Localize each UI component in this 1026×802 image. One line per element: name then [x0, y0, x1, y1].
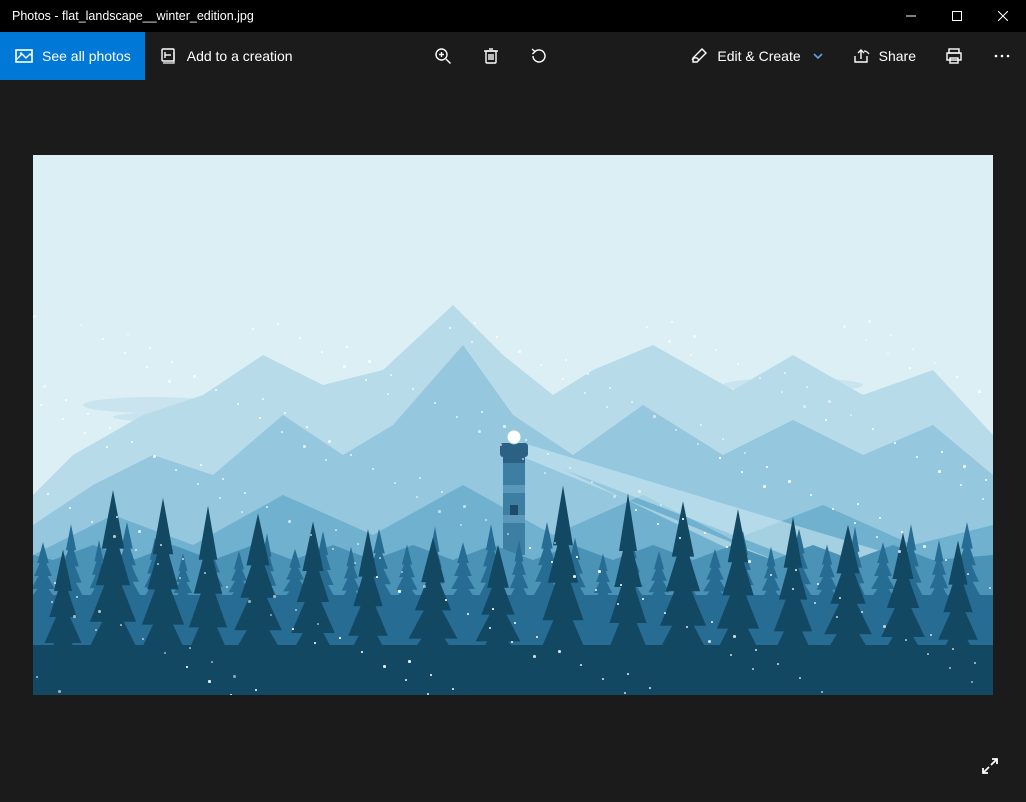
toolbar-spacer	[307, 32, 419, 80]
see-all-photos-button[interactable]: See all photos	[0, 32, 145, 80]
see-all-photos-label: See all photos	[42, 48, 131, 64]
zoom-button[interactable]	[419, 32, 467, 80]
window-close-button[interactable]	[980, 0, 1026, 32]
displayed-image[interactable]	[33, 155, 993, 695]
trash-icon	[481, 46, 501, 66]
title-bar: Photos - flat_landscape__winter_edition.…	[0, 0, 1026, 32]
image-viewer	[0, 80, 1026, 802]
print-button[interactable]	[930, 32, 978, 80]
fullscreen-icon	[980, 756, 1000, 776]
share-icon	[851, 46, 871, 66]
rotate-icon	[529, 46, 549, 66]
rotate-button[interactable]	[515, 32, 563, 80]
toolbar-spacer-2	[563, 32, 675, 80]
add-to-creation-icon	[159, 46, 179, 66]
share-label: Share	[879, 48, 916, 64]
landscape-illustration	[33, 155, 993, 695]
window-title: Photos - flat_landscape__winter_edition.…	[0, 9, 888, 23]
delete-button[interactable]	[467, 32, 515, 80]
add-to-creation-button[interactable]: Add to a creation	[145, 32, 307, 80]
edit-icon	[689, 46, 709, 66]
chevron-down-icon	[813, 48, 823, 64]
photos-icon	[14, 46, 34, 66]
more-button[interactable]	[978, 32, 1026, 80]
add-to-creation-label: Add to a creation	[187, 48, 293, 64]
print-icon	[944, 46, 964, 66]
window-minimize-button[interactable]	[888, 0, 934, 32]
edit-and-create-button[interactable]: Edit & Create	[675, 32, 836, 80]
edit-and-create-label: Edit & Create	[717, 48, 800, 64]
toolbar: See all photos Add to a creation Edit & …	[0, 32, 1026, 80]
fullscreen-button[interactable]	[972, 748, 1008, 784]
share-button[interactable]: Share	[837, 32, 930, 80]
ellipsis-icon	[992, 46, 1012, 66]
window-maximize-button[interactable]	[934, 0, 980, 32]
zoom-in-icon	[433, 46, 453, 66]
